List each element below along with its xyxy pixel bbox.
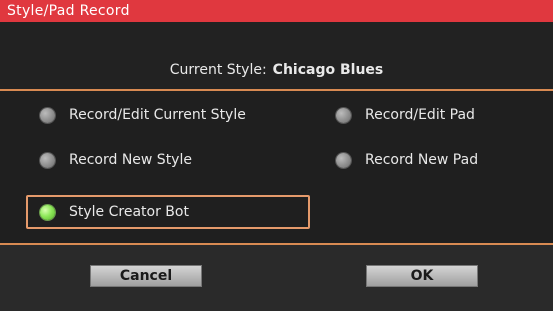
option-label: Record New Pad — [365, 152, 479, 168]
record-options-panel: Record/Edit Current Style Record/Edit Pa… — [0, 91, 553, 243]
option-label: Record/Edit Pad — [365, 107, 475, 123]
option-record-edit-pad[interactable]: Record/Edit Pad — [336, 103, 475, 127]
style-pad-record-dialog: Style/Pad Record Current Style: Chicago B… — [0, 0, 553, 311]
option-record-edit-current-style[interactable]: Record/Edit Current Style — [40, 103, 246, 127]
current-style-label: Current Style: — [169, 62, 267, 78]
option-record-new-style[interactable]: Record New Style — [40, 148, 192, 172]
dialog-title: Style/Pad Record — [0, 0, 553, 22]
option-label: Record/Edit Current Style — [69, 107, 246, 123]
dialog-footer: Cancel OK — [0, 245, 553, 311]
current-style-header: Current Style: Chicago Blues — [0, 23, 553, 90]
option-style-creator-bot[interactable]: Style Creator Bot — [40, 200, 189, 224]
radio-selected-icon[interactable] — [40, 204, 55, 220]
radio-icon[interactable] — [336, 152, 351, 168]
radio-icon[interactable] — [336, 107, 351, 123]
current-style-value: Chicago Blues — [272, 62, 384, 78]
ok-button[interactable]: OK — [366, 265, 478, 287]
cancel-button[interactable]: Cancel — [90, 265, 202, 287]
option-record-new-pad[interactable]: Record New Pad — [336, 148, 478, 172]
option-label: Style Creator Bot — [69, 204, 189, 220]
option-label: Record New Style — [69, 152, 192, 168]
radio-icon[interactable] — [40, 107, 55, 123]
radio-icon[interactable] — [40, 152, 55, 168]
